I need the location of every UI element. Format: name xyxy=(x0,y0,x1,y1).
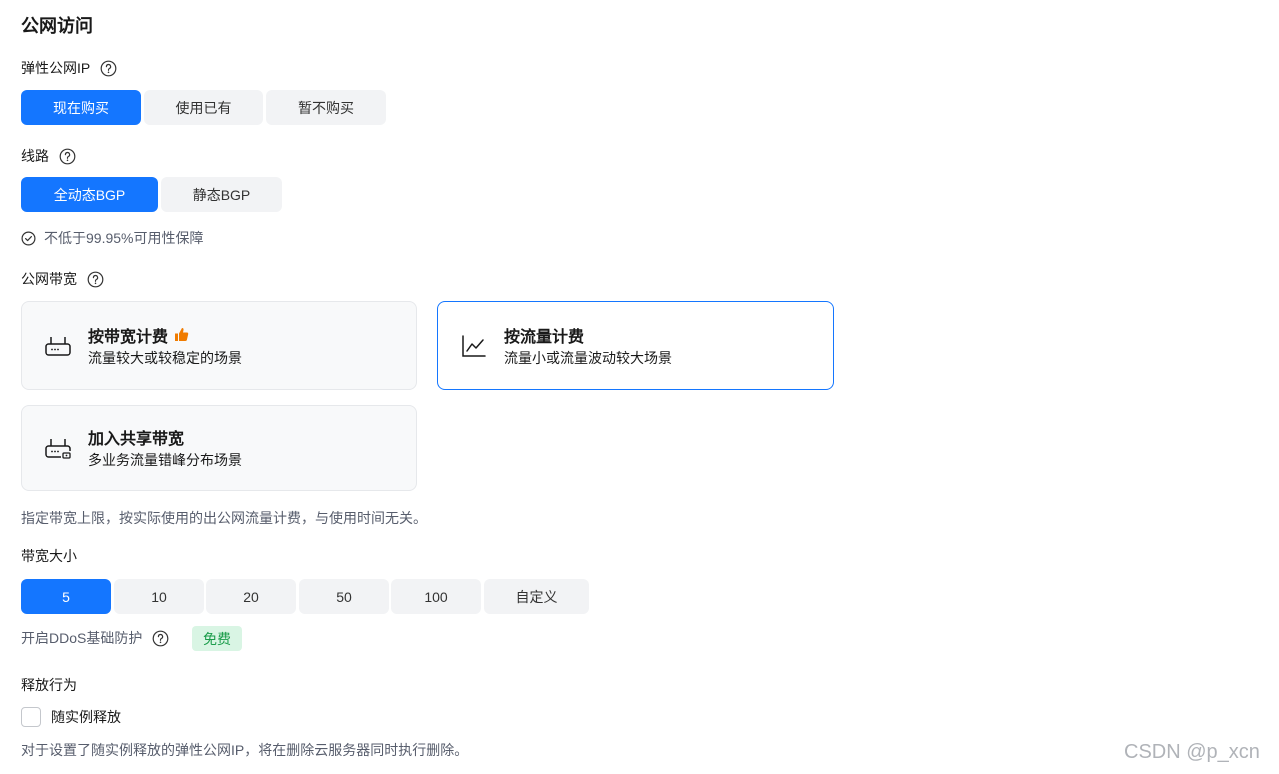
shared-router-icon xyxy=(44,434,72,462)
bandwidth-label-text: 公网带宽 xyxy=(21,271,77,287)
size-option-100[interactable]: 100 xyxy=(391,579,481,614)
free-badge: 免费 xyxy=(192,626,242,651)
card-title: 按带宽计费 xyxy=(88,324,242,346)
release-label: 释放行为 xyxy=(21,675,77,695)
section-title: 公网访问 xyxy=(21,16,93,36)
card-desc: 多业务流量错峰分布场景 xyxy=(88,452,242,468)
line-label-text: 线路 xyxy=(21,148,49,164)
help-icon[interactable] xyxy=(59,148,76,165)
guarantee-text: 不低于99.95%可用性保障 xyxy=(44,230,204,246)
ddos-label-text: 开启DDoS基础防护 xyxy=(21,630,143,646)
release-with-instance-option[interactable]: 随实例释放 xyxy=(21,706,121,728)
availability-guarantee: 不低于99.95%可用性保障 xyxy=(21,228,203,248)
help-icon[interactable] xyxy=(87,271,104,288)
line-option-static-bgp[interactable]: 静态BGP xyxy=(161,177,282,212)
size-option-5[interactable]: 5 xyxy=(21,579,111,614)
card-desc: 流量较大或较稳定的场景 xyxy=(88,349,242,366)
line-label: 线路 xyxy=(21,146,76,166)
release-label-text: 释放行为 xyxy=(21,677,77,693)
watermark: CSDN @p_xcn xyxy=(1124,741,1260,763)
card-desc: 流量小或流量波动较大场景 xyxy=(504,349,672,366)
size-option-10[interactable]: 10 xyxy=(114,579,204,614)
check-circle-icon xyxy=(21,230,36,246)
thumbs-up-icon xyxy=(175,328,189,341)
router-icon xyxy=(44,332,72,360)
line-chart-icon xyxy=(460,332,488,360)
help-icon[interactable] xyxy=(152,630,169,647)
billing-card-by-bandwidth[interactable]: 按带宽计费 流量较大或较稳定的场景 xyxy=(21,301,417,390)
card-title-text: 加入共享带宽 xyxy=(88,431,185,448)
help-icon[interactable] xyxy=(100,60,117,77)
bandwidth-hint: 指定带宽上限，按实际使用的出公网流量计费，与使用时间无关。 xyxy=(21,510,427,526)
size-option-50[interactable]: 50 xyxy=(299,579,389,614)
bandwidth-label: 公网带宽 xyxy=(21,269,104,289)
eip-option-not-buy[interactable]: 暂不购买 xyxy=(266,90,386,125)
eip-option-use-existing[interactable]: 使用已有 xyxy=(144,90,263,125)
line-option-dynamic-bgp[interactable]: 全动态BGP xyxy=(21,177,158,212)
card-title: 按流量计费 xyxy=(504,324,672,346)
card-title-text: 按流量计费 xyxy=(504,328,585,346)
card-title-text: 按带宽计费 xyxy=(88,328,169,346)
size-option-custom[interactable]: 自定义 xyxy=(484,579,589,614)
size-option-20[interactable]: 20 xyxy=(206,579,296,614)
eip-label-text: 弹性公网IP xyxy=(21,60,91,76)
eip-option-buy-now[interactable]: 现在购买 xyxy=(21,90,141,125)
size-label: 带宽大小 xyxy=(21,546,77,566)
billing-card-shared-bandwidth[interactable]: 加入共享带宽 多业务流量错峰分布场景 xyxy=(21,405,417,491)
eip-label: 弹性公网IP xyxy=(21,58,117,78)
size-label-text: 带宽大小 xyxy=(21,548,77,564)
billing-card-by-traffic[interactable]: 按流量计费 流量小或流量波动较大场景 xyxy=(437,301,834,390)
checkbox-label: 随实例释放 xyxy=(51,709,121,725)
card-title: 加入共享带宽 xyxy=(88,426,242,448)
release-with-instance-checkbox[interactable] xyxy=(21,707,41,727)
release-hint: 对于设置了随实例释放的弹性公网IP，将在删除云服务器同时执行删除。 xyxy=(21,742,469,758)
ddos-label: 开启DDoS基础防护 xyxy=(21,628,169,648)
